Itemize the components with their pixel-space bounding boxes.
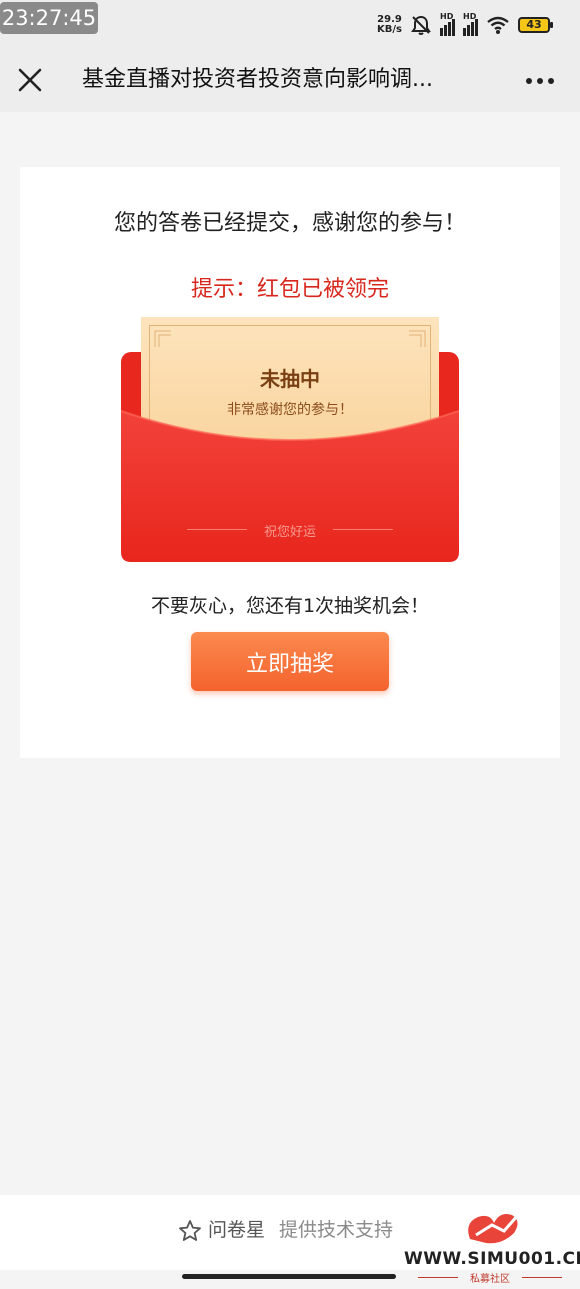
signal-label-2: HD xyxy=(463,12,477,21)
signal-icon-2: HD xyxy=(463,12,478,36)
net-speed-unit: KB/s xyxy=(377,24,402,35)
retry-message: 不要灰心，您还有1次抽奖机会！ xyxy=(150,595,430,617)
close-icon[interactable] xyxy=(14,64,46,96)
result-card: 您的答卷已经提交，感谢您的参与！ 提示：红包已被领完 未抽中 非常感谢您的参与！ xyxy=(20,167,560,758)
wish-text: 祝您好运 xyxy=(263,525,316,540)
status-bar: 23:27:45 29.9 KB/s HD HD 43 xyxy=(0,0,580,50)
submitted-message: 您的答卷已经提交，感谢您的参与！ xyxy=(113,211,466,236)
wish-divider-right xyxy=(333,529,393,530)
footer-support: 提供技术支持 xyxy=(279,1219,394,1241)
status-icons: 29.9 KB/s HD HD 43 xyxy=(377,12,553,38)
clock: 23:27:45 xyxy=(0,2,98,34)
page-title: 基金直播对投资者投资意向影响调... xyxy=(82,67,433,92)
nav-bar: 基金直播对投资者投资意向影响调... xyxy=(0,50,580,112)
red-packet-tip: 提示：红包已被领完 xyxy=(190,277,389,302)
signal-icon-1: HD xyxy=(440,12,455,36)
net-speed: 29.9 KB/s xyxy=(377,15,402,35)
footer-brand[interactable]: 问卷星 xyxy=(208,1217,265,1243)
watermark: WWW.SIMU001.CN 私募社区 xyxy=(404,1205,580,1285)
draw-now-button[interactable]: 立即抽奖 xyxy=(191,632,389,691)
star-icon xyxy=(179,1220,201,1241)
wifi-icon xyxy=(487,16,509,34)
watermark-url: WWW.SIMU001.CN xyxy=(404,1249,580,1269)
red-envelope: 未抽中 非常感谢您的参与！ 祝您好运 xyxy=(121,317,459,562)
home-indicator[interactable] xyxy=(182,1274,396,1279)
signal-label-1: HD xyxy=(440,12,454,21)
result-title: 未抽中 xyxy=(260,367,320,391)
battery-icon: 43 xyxy=(518,17,553,33)
more-icon[interactable] xyxy=(522,68,558,94)
bell-off-icon xyxy=(411,15,431,35)
watermark-line-right xyxy=(522,1277,562,1278)
watermark-logo-icon xyxy=(468,1211,522,1244)
